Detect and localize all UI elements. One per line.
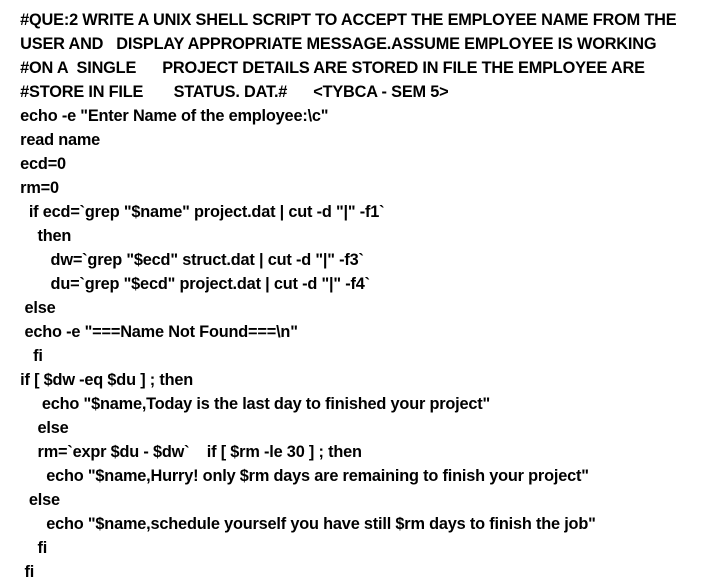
code-line: rm=`expr $du - $dw` if [ $rm -le 30 ] ; … xyxy=(20,442,362,461)
code-line: fi xyxy=(20,346,43,365)
code-line: echo "$name,schedule yourself you have s… xyxy=(20,514,596,533)
code-line: rm=0 xyxy=(20,178,59,197)
code-line: #ON A SINGLE PROJECT DETAILS ARE STORED … xyxy=(20,58,645,77)
code-line: du=`grep "$ecd" project.dat | cut -d "|"… xyxy=(20,274,371,293)
code-line: then xyxy=(20,226,72,245)
code-line: #STORE IN FILE STATUS. DAT.# <TYBCA - SE… xyxy=(20,82,449,101)
code-line: USER AND DISPLAY APPROPRIATE MESSAGE.ASS… xyxy=(20,34,657,53)
code-line: ecd=0 xyxy=(20,154,66,173)
code-listing: #QUE:2 WRITE A UNIX SHELL SCRIPT TO ACCE… xyxy=(0,8,720,581)
code-line: fi xyxy=(20,562,35,581)
code-line: dw=`grep "$ecd" struct.dat | cut -d "|" … xyxy=(20,250,364,269)
code-line: #QUE:2 WRITE A UNIX SHELL SCRIPT TO ACCE… xyxy=(20,10,677,29)
code-line: echo "$name,Hurry! only $rm days are rem… xyxy=(20,466,589,485)
code-line: if [ $dw -eq $du ] ; then xyxy=(20,370,194,389)
code-line: echo -e "Enter Name of the employee:\c" xyxy=(20,106,329,125)
code-line: else xyxy=(20,298,56,317)
code-line: echo -e "===Name Not Found===\n" xyxy=(20,322,298,341)
code-line: echo "$name,Today is the last day to fin… xyxy=(20,394,491,413)
code-line: else xyxy=(20,418,69,437)
code-line: read name xyxy=(20,130,101,149)
code-line: else xyxy=(20,490,60,509)
code-line: if ecd=`grep "$name" project.dat | cut -… xyxy=(20,202,385,221)
